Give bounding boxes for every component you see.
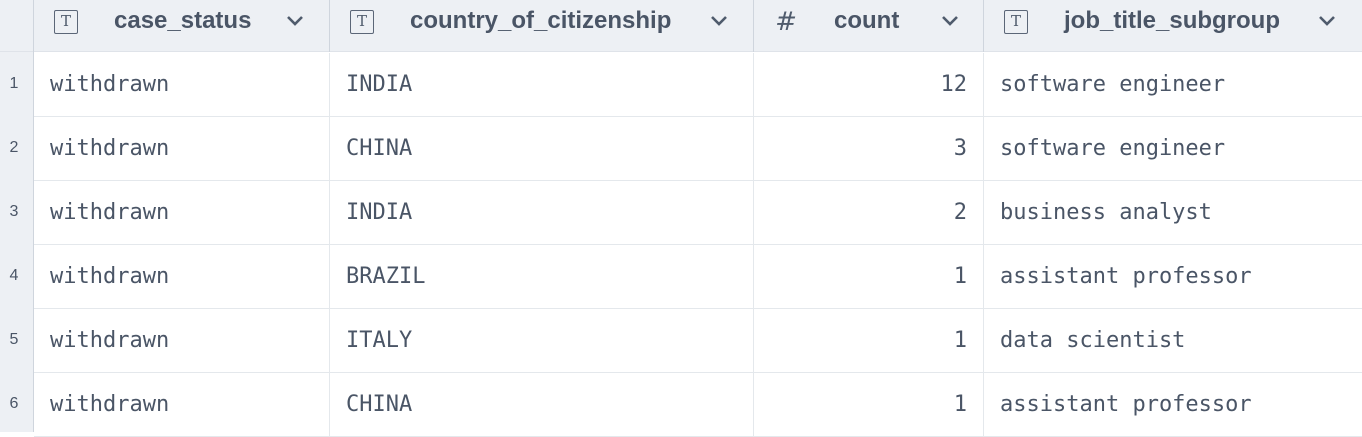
- row-number-gutter: 1 2 3 4 5 6: [0, 52, 34, 432]
- column-name: case_status: [114, 7, 252, 34]
- cell-count[interactable]: 3: [754, 117, 984, 180]
- row-number-header: [0, 0, 34, 52]
- row-number[interactable]: 5: [0, 308, 28, 372]
- table-row: withdrawn BRAZIL 1 assistant professor: [34, 245, 1362, 309]
- column-header-job-title-subgroup[interactable]: T job_title_subgroup: [984, 0, 1362, 52]
- column-header-case-status[interactable]: T case_status: [34, 0, 330, 52]
- cell-country[interactable]: CHINA: [330, 373, 754, 436]
- chevron-down-icon[interactable]: [1318, 14, 1336, 28]
- cell-case-status[interactable]: withdrawn: [34, 245, 330, 308]
- table-row: withdrawn CHINA 1 assistant professor: [34, 373, 1362, 437]
- number-type-icon: #: [775, 7, 797, 37]
- column-name: country_of_citizenship: [410, 7, 672, 34]
- cell-count[interactable]: 1: [754, 373, 984, 436]
- cell-job-title[interactable]: business analyst: [984, 181, 1362, 244]
- table-row: withdrawn INDIA 12 software engineer: [34, 53, 1362, 117]
- cell-job-title[interactable]: software engineer: [984, 53, 1362, 116]
- cell-country[interactable]: ITALY: [330, 309, 754, 372]
- cell-case-status[interactable]: withdrawn: [34, 181, 330, 244]
- row-number[interactable]: 4: [0, 244, 28, 308]
- chevron-down-icon[interactable]: [710, 14, 728, 28]
- chevron-down-icon[interactable]: [941, 14, 959, 28]
- cell-country[interactable]: INDIA: [330, 181, 754, 244]
- cell-country[interactable]: BRAZIL: [330, 245, 754, 308]
- column-header-count[interactable]: # count: [754, 0, 984, 52]
- cell-case-status[interactable]: withdrawn: [34, 309, 330, 372]
- cell-count[interactable]: 1: [754, 309, 984, 372]
- data-grid: T case_status T country_of_citizenship #…: [0, 0, 1362, 437]
- column-header-country-of-citizenship[interactable]: T country_of_citizenship: [330, 0, 754, 52]
- cell-case-status[interactable]: withdrawn: [34, 53, 330, 116]
- cell-case-status[interactable]: withdrawn: [34, 117, 330, 180]
- cell-job-title[interactable]: software engineer: [984, 117, 1362, 180]
- table-row: withdrawn CHINA 3 software engineer: [34, 117, 1362, 181]
- cell-count[interactable]: 1: [754, 245, 984, 308]
- chevron-down-icon[interactable]: [286, 14, 304, 28]
- row-number[interactable]: 2: [0, 116, 28, 180]
- table-row: withdrawn INDIA 2 business analyst: [34, 181, 1362, 245]
- cell-job-title[interactable]: assistant professor: [984, 245, 1362, 308]
- cell-count[interactable]: 12: [754, 53, 984, 116]
- cell-count[interactable]: 2: [754, 181, 984, 244]
- cell-case-status[interactable]: withdrawn: [34, 373, 330, 436]
- column-header-row: T case_status T country_of_citizenship #…: [0, 0, 1362, 52]
- text-type-icon: T: [1004, 10, 1028, 34]
- cell-country[interactable]: CHINA: [330, 117, 754, 180]
- table-row: withdrawn ITALY 1 data scientist: [34, 309, 1362, 373]
- text-type-icon: T: [54, 10, 78, 34]
- cell-job-title[interactable]: data scientist: [984, 309, 1362, 372]
- column-name: count: [834, 7, 900, 34]
- column-name: job_title_subgroup: [1064, 7, 1280, 34]
- cell-job-title[interactable]: assistant professor: [984, 373, 1362, 436]
- text-type-icon: T: [350, 10, 374, 34]
- row-number[interactable]: 1: [0, 52, 28, 116]
- cell-country[interactable]: INDIA: [330, 53, 754, 116]
- row-number[interactable]: 6: [0, 372, 28, 436]
- row-number[interactable]: 3: [0, 180, 28, 244]
